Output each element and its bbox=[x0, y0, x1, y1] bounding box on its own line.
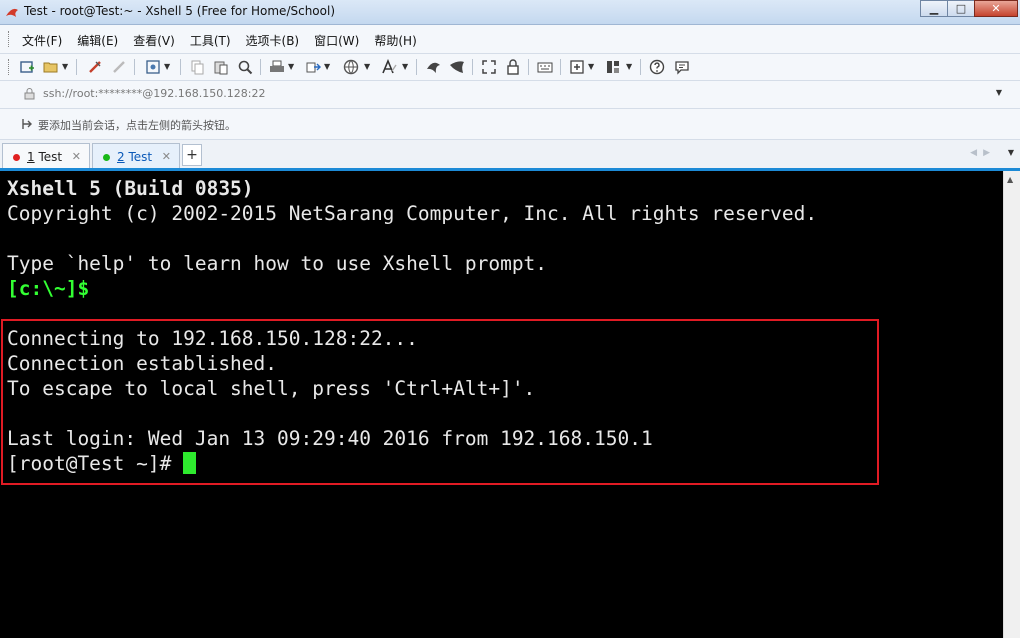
menu-view[interactable]: 查看(V) bbox=[133, 32, 175, 49]
address-dropdown-icon[interactable]: ▼ bbox=[996, 88, 1002, 97]
layout-dropdown-icon[interactable]: ▼ bbox=[626, 62, 632, 71]
address-input[interactable]: ssh://root:********@192.168.150.128:22 bbox=[43, 87, 266, 100]
terminal-line: Type `help' to learn how to use Xshell p… bbox=[7, 252, 548, 275]
new-tab-button[interactable]: + bbox=[182, 144, 202, 166]
paste-icon[interactable] bbox=[212, 58, 230, 76]
font-dropdown-icon[interactable]: ▼ bbox=[402, 62, 408, 71]
toolbar-separator bbox=[472, 59, 473, 75]
terminal-line: Copyright (c) 2002-2015 NetSarang Comput… bbox=[7, 202, 818, 225]
compose-icon[interactable] bbox=[568, 58, 586, 76]
menu-edit[interactable]: 编辑(E) bbox=[77, 32, 118, 49]
tab-status-dot bbox=[13, 154, 20, 161]
print-icon[interactable] bbox=[268, 58, 286, 76]
terminal-area[interactable]: Xshell 5 (Build 0835) Copyright (c) 2002… bbox=[0, 171, 1003, 638]
keyboard-icon[interactable] bbox=[536, 58, 554, 76]
toolbar-separator bbox=[180, 59, 181, 75]
menu-tabs[interactable]: 选项卡(B) bbox=[246, 32, 300, 49]
toolbar-separator bbox=[76, 59, 77, 75]
grip-handle bbox=[8, 31, 12, 47]
properties-dropdown-icon[interactable]: ▼ bbox=[164, 62, 170, 71]
menu-window[interactable]: 窗口(W) bbox=[314, 32, 359, 49]
add-session-arrow-icon[interactable] bbox=[20, 117, 34, 134]
toolbar: ▼ ▼ ▼ ▼ ▼ ▼ ▼ ▼ bbox=[0, 54, 1020, 81]
layout-icon[interactable] bbox=[604, 58, 622, 76]
font-icon[interactable] bbox=[380, 58, 398, 76]
xagent-icon[interactable] bbox=[448, 58, 466, 76]
fullscreen-icon[interactable] bbox=[480, 58, 498, 76]
scroll-up-arrow-icon[interactable]: ▲ bbox=[1007, 175, 1013, 184]
compose-dropdown-icon[interactable]: ▼ bbox=[588, 62, 594, 71]
globe-icon[interactable] bbox=[342, 58, 360, 76]
toolbar-separator bbox=[134, 59, 135, 75]
menu-bar: 文件(F) 编辑(E) 查看(V) 工具(T) 选项卡(B) 窗口(W) 帮助(… bbox=[0, 25, 1020, 54]
open-folder-icon[interactable] bbox=[42, 58, 60, 76]
session-hint-text: 要添加当前会话，点击左侧的箭头按钮。 bbox=[38, 119, 236, 132]
tab-bar: 1 Test ✕ 2 Test ✕ + ◀▶ ▼ bbox=[0, 140, 1020, 170]
toolbar-separator bbox=[260, 59, 261, 75]
tab-close-icon[interactable]: ✕ bbox=[72, 150, 81, 163]
local-prompt: [c:\~]$ bbox=[7, 277, 90, 300]
tab-session-1[interactable]: 1 Test ✕ bbox=[2, 143, 90, 169]
tab-close-icon[interactable]: ✕ bbox=[162, 150, 171, 163]
tab-status-dot bbox=[103, 154, 110, 161]
globe-dropdown-icon[interactable]: ▼ bbox=[364, 62, 370, 71]
menu-help[interactable]: 帮助(H) bbox=[374, 32, 416, 49]
tab-menu-dropdown-icon[interactable]: ▼ bbox=[1008, 148, 1014, 157]
transfer-icon[interactable] bbox=[304, 58, 322, 76]
menu-tools[interactable]: 工具(T) bbox=[190, 32, 231, 49]
close-button[interactable]: ✕ bbox=[974, 0, 1018, 17]
tab-label: 1 Test bbox=[27, 150, 63, 164]
address-field[interactable]: ssh://root:********@192.168.150.128:22 ▼ bbox=[18, 84, 1008, 104]
terminal-line: Xshell 5 (Build 0835) bbox=[7, 177, 254, 200]
properties-icon[interactable] bbox=[144, 58, 162, 76]
title-bar: Test - root@Test:~ - Xshell 5 (Free for … bbox=[0, 0, 1020, 25]
connect-icon[interactable] bbox=[86, 58, 104, 76]
find-icon[interactable] bbox=[236, 58, 254, 76]
open-dropdown-icon[interactable]: ▼ bbox=[62, 62, 68, 71]
toolbar-separator bbox=[640, 59, 641, 75]
tab-scroll-arrows-icon[interactable]: ◀▶ bbox=[970, 148, 996, 158]
print-dropdown-icon[interactable]: ▼ bbox=[288, 62, 294, 71]
chat-icon[interactable] bbox=[673, 58, 691, 76]
help-icon[interactable] bbox=[648, 58, 666, 76]
lock-icon[interactable] bbox=[504, 58, 522, 76]
session-hint-bar: 要添加当前会话，点击左侧的箭头按钮。 bbox=[0, 109, 1020, 140]
disconnect-icon[interactable] bbox=[110, 58, 128, 76]
xshell-logo-icon bbox=[6, 8, 18, 17]
address-lock-icon bbox=[24, 87, 36, 100]
xftp-icon[interactable] bbox=[424, 58, 442, 76]
window-title: Test - root@Test:~ - Xshell 5 (Free for … bbox=[24, 4, 336, 18]
menu-file[interactable]: 文件(F) bbox=[22, 32, 62, 49]
toolbar-separator bbox=[528, 59, 529, 75]
new-session-icon[interactable] bbox=[18, 58, 36, 76]
address-bar: ssh://root:********@192.168.150.128:22 ▼ bbox=[0, 81, 1020, 109]
connection-highlight-box bbox=[1, 319, 879, 485]
maximize-button[interactable]: □ bbox=[947, 0, 975, 17]
toolbar-separator bbox=[560, 59, 561, 75]
tab-session-2[interactable]: 2 Test ✕ bbox=[92, 143, 180, 169]
toolbar-separator bbox=[416, 59, 417, 75]
minimize-button[interactable]: ▁ bbox=[920, 0, 948, 17]
copy-icon[interactable] bbox=[188, 58, 206, 76]
tab-label: 2 Test bbox=[117, 150, 153, 164]
transfer-dropdown-icon[interactable]: ▼ bbox=[324, 62, 330, 71]
vertical-scrollbar[interactable]: ▲ bbox=[1003, 171, 1020, 638]
toolbar-grip bbox=[8, 59, 12, 75]
window-controls: ▁ □ ✕ bbox=[920, 0, 1018, 18]
